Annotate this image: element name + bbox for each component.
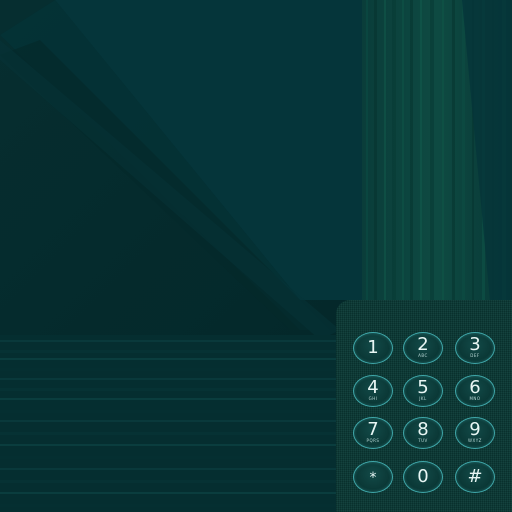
key-digit: 9 [469,419,481,440]
dialer-screen: 1 2 ABC 3 DEF 4 GHI 5 JKL 6 MNO 7 PQRS 8 TUV 9 WXYZ * 0 # [0,0,512,512]
key-digit: # [467,466,483,487]
key-digit: 2 [417,334,429,355]
key-8-button[interactable]: 8 TUV [403,417,443,449]
key-4-button[interactable]: 4 GHI [353,375,393,407]
key-digit: 5 [417,377,429,398]
key-letters: PQRS [366,438,380,443]
key-letters: MNO [469,396,481,401]
key-letters: TUV [418,438,428,443]
key-letters: WXYZ [468,438,482,443]
key-digit: 6 [469,377,481,398]
key-letters: ABC [418,353,428,358]
key-2-button[interactable]: 2 ABC [403,332,443,364]
key-3-button[interactable]: 3 DEF [455,332,495,364]
key-1-button[interactable]: 1 [353,332,393,364]
key-5-button[interactable]: 5 JKL [403,375,443,407]
key-pound-button[interactable]: # [455,461,495,493]
key-6-button[interactable]: 6 MNO [455,375,495,407]
key-0-button[interactable]: 0 [403,461,443,493]
key-digit: 3 [469,334,481,355]
key-digit: * [369,470,377,486]
key-digit: 8 [417,419,429,440]
key-letters: GHI [368,396,378,401]
key-digit: 1 [367,337,379,358]
key-9-button[interactable]: 9 WXYZ [455,417,495,449]
dial-keypad: 1 2 ABC 3 DEF 4 GHI 5 JKL 6 MNO 7 PQRS 8 TUV 9 WXYZ * 0 # [336,300,512,512]
key-letters: JKL [419,396,427,401]
key-7-button[interactable]: 7 PQRS [353,417,393,449]
key-digit: 4 [367,377,379,398]
key-digit: 7 [367,419,379,440]
key-star-button[interactable]: * [353,461,393,493]
key-digit: 0 [417,466,429,487]
key-letters: DEF [470,353,480,358]
